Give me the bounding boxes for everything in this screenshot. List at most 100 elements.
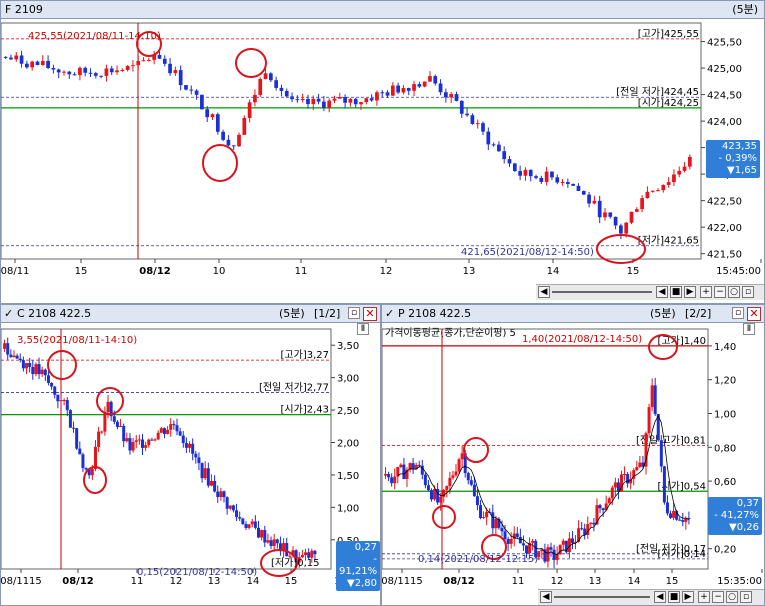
main-candle-body (247, 102, 252, 118)
right-candle-body (607, 498, 611, 504)
left-ytick-label: 1,50 (337, 471, 359, 482)
right-candle-body (479, 505, 483, 519)
left-candle-body (28, 363, 32, 367)
right-candle-body (485, 511, 489, 518)
main-candle-body (624, 222, 629, 234)
right-ytick-label: 1,20 (714, 376, 736, 387)
right-scroll-next-button[interactable]: ▶ (682, 591, 694, 603)
main-candle-body (523, 169, 528, 176)
main-candle-body (205, 109, 210, 118)
left-candle-body (56, 394, 60, 402)
left-price-badge: 0,27 - 91,21% ▼2,80 (336, 541, 380, 591)
main-candle-body (115, 70, 119, 73)
main-xtick-label: 11 (295, 266, 308, 277)
main-candle-body (189, 89, 194, 91)
scroll-track[interactable] (552, 291, 652, 293)
left-candle-body (90, 469, 94, 476)
stop-button[interactable]: ■ (670, 286, 682, 298)
left-candle-body (137, 439, 141, 441)
main-candle-body (173, 70, 178, 74)
main-candle-body (661, 184, 666, 191)
scroll-left-button[interactable]: ◀ (538, 286, 550, 298)
right-candle-body (570, 538, 574, 543)
main-chart-window: F 2109 (5분) [고가]425,55 [전일 저가]424,45 [시가]4… (0, 0, 765, 304)
right-zoom-reset-icon[interactable]: ○ (726, 591, 738, 603)
right-zoom-out-icon[interactable]: − (712, 591, 724, 603)
main-candle-body (93, 73, 98, 76)
main-candle-body (56, 69, 61, 73)
main-candle-body (19, 55, 24, 64)
right-zoom-in-icon[interactable]: + (698, 591, 710, 603)
main-candle-body (544, 171, 549, 182)
main-candle-body (359, 102, 363, 105)
main-candle-body (486, 131, 491, 145)
right-candle-body (500, 527, 504, 532)
right-candle-body (384, 473, 388, 476)
main-ytick-label: 422,50 (707, 197, 742, 208)
left-candle-body (231, 505, 235, 511)
right-scroll-track[interactable] (554, 596, 650, 598)
main-candle-body (25, 63, 29, 68)
zoom-fit-icon[interactable]: ▫ (742, 286, 754, 298)
right-candle-body (623, 473, 627, 475)
right-candle-body (494, 518, 498, 529)
right-candle-body (549, 547, 553, 550)
main-candle-body (571, 183, 576, 186)
main-badge-price: 423,35 (722, 141, 757, 152)
left-candle-body (263, 529, 267, 543)
right-ytick-label: 0,60 (714, 477, 736, 488)
main-candle-body (30, 61, 35, 68)
main-candle-body (512, 163, 517, 172)
zoom-out-icon[interactable]: − (714, 286, 726, 298)
left-candle-body (40, 369, 44, 375)
right-high-note: 1,40(2021/08/12-14:50) (522, 334, 643, 345)
left-candle-body (209, 480, 213, 486)
left-candle-body (172, 424, 176, 426)
right-candle-body (399, 464, 403, 468)
main-candle-body (136, 61, 141, 66)
zoom-in-icon[interactable]: + (700, 286, 712, 298)
left-ytick-label: 2,50 (337, 406, 359, 417)
scroll-next-button[interactable]: ▶ (684, 286, 696, 298)
right-scroll-first-button[interactable]: ◀ (654, 591, 666, 603)
main-candle-body (454, 94, 459, 101)
right-candle-body (644, 433, 648, 467)
main-candle-body (481, 123, 485, 132)
main-candle-body (322, 101, 326, 108)
right-stop-button[interactable]: ■ (668, 591, 680, 603)
right-candle-body (647, 407, 651, 434)
right-candle-body (503, 531, 507, 539)
left-chart-svg[interactable]: [고가]3,27 [전일 저가]2,77 [시가]2,43 3,50 3,00 2,50 2… (1, 305, 381, 606)
left-xtick-label: 08/12 (62, 576, 94, 587)
left-high-note: 3,55(2021/08/11-14:10) (17, 335, 138, 346)
main-xtick-label: 15 (627, 266, 640, 277)
right-candle-body (678, 519, 682, 521)
left-candle-body (9, 354, 13, 358)
left-candle-body (46, 375, 50, 383)
zoom-reset-icon[interactable]: ○ (728, 286, 740, 298)
main-candle-body (581, 191, 586, 195)
left-ytick-label: 2,00 (337, 439, 359, 450)
left-candle-body (15, 355, 19, 359)
main-candle-body (168, 63, 172, 74)
main-candle-body (650, 190, 655, 192)
right-candle-body (448, 477, 452, 486)
right-zoom-fit-icon[interactable]: ▫ (740, 591, 752, 603)
main-candle-body (40, 60, 45, 66)
right-candle-body (659, 440, 663, 467)
main-candle-body (104, 68, 109, 76)
scroll-first-button[interactable]: ◀ (656, 286, 668, 298)
left-candle-body (147, 439, 151, 446)
main-level-label: [전일 저가]424,45 (616, 86, 699, 98)
main-chart-svg[interactable]: [고가]425,55 [전일 저가]424,45[시가]424,25 [저가]421… (1, 1, 765, 304)
right-highlight-circle (463, 437, 489, 463)
left-ytick-label: 3,00 (337, 374, 359, 385)
right-xtick-label: 15 (666, 576, 679, 587)
right-scroll-left-button[interactable]: ◀ (540, 591, 552, 603)
main-candle-body (656, 190, 660, 192)
main-candle-body (417, 84, 422, 87)
main-candle-body (375, 92, 379, 101)
right-low-note: 0,14(2021/08/12-12:15) (418, 554, 539, 565)
main-highlight-circle (202, 144, 238, 182)
left-candle-body (62, 400, 66, 402)
